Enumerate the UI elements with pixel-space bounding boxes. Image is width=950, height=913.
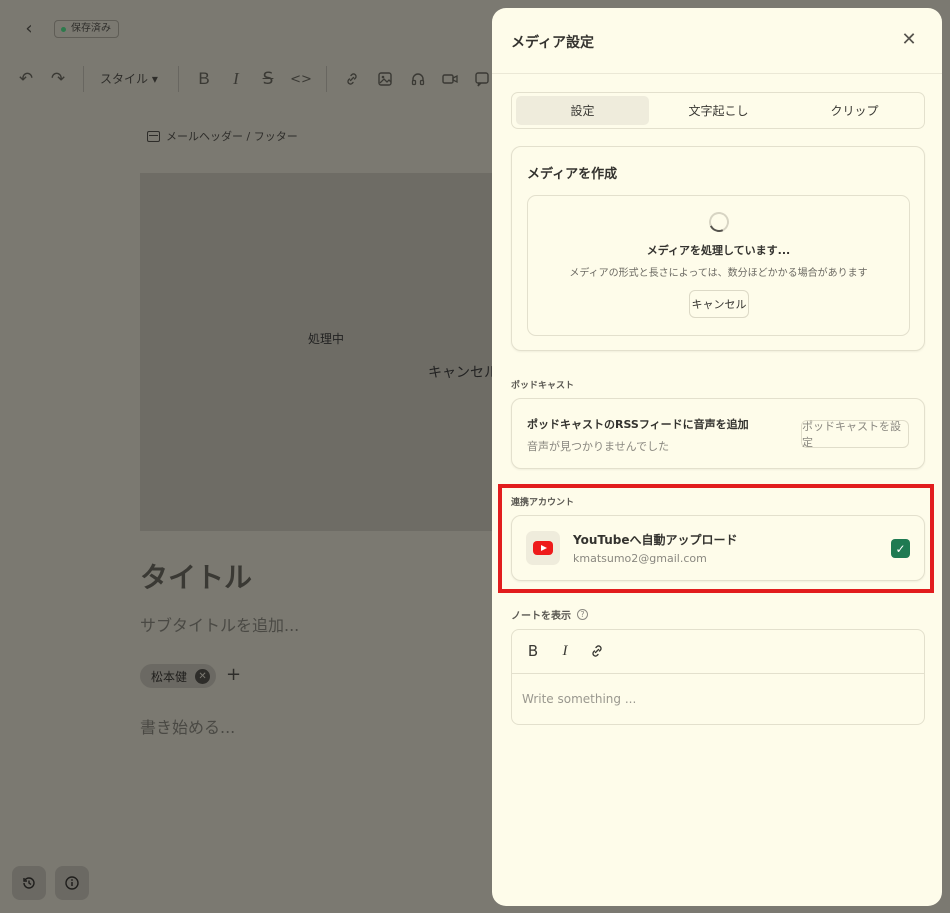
style-dropdown[interactable]: スタイル ▾ <box>100 70 158 87</box>
media-settings-panel: メディア設定 ✕ 設定 文字起こし クリップ メディアを作成 メディアを処理して… <box>492 8 942 906</box>
show-note-label: ノートを表示 ? <box>511 607 588 622</box>
image-icon[interactable] <box>373 68 397 90</box>
processing-title: メディアを処理しています... <box>646 244 791 257</box>
panel-tabs: 設定 文字起こし クリップ <box>511 92 925 129</box>
toolbar-divider <box>83 66 84 92</box>
loading-spinner-icon <box>706 209 732 235</box>
podcast-section-label: ポッドキャスト <box>511 381 575 391</box>
background-cancel-button[interactable]: キャンセル <box>428 362 498 382</box>
toolbar-divider <box>178 66 179 92</box>
media-placeholder <box>140 173 500 531</box>
toolbar-divider <box>326 66 327 92</box>
redo-icon[interactable]: ↷ <box>46 68 70 90</box>
video-icon[interactable] <box>438 68 462 90</box>
strikethrough-icon[interactable]: S <box>256 68 280 90</box>
saved-status-badge: 保存済み <box>54 20 119 38</box>
podcast-rss-title: ポッドキャストのRSSフィードに音声を追加 <box>527 418 749 431</box>
italic-icon[interactable]: I <box>224 68 248 90</box>
undo-icon[interactable]: ↶ <box>14 68 38 90</box>
note-editor: B I Write something ... <box>511 629 925 725</box>
podcast-card: ポッドキャストのRSSフィードに音声を追加 音声が見つかりませんでした ポッドキ… <box>511 398 925 469</box>
close-icon[interactable]: ✕ <box>898 28 920 50</box>
editor-toolbar: ↶ ↷ スタイル ▾ B I S <> <box>0 60 500 98</box>
mail-header-footer-link[interactable]: メールヘッダー / フッター <box>147 128 298 144</box>
headphones-icon[interactable] <box>406 68 430 90</box>
tab-settings[interactable]: 設定 <box>516 96 649 125</box>
highlight-annotation <box>498 484 934 593</box>
tab-clips[interactable]: クリップ <box>788 96 921 125</box>
quote-icon[interactable] <box>470 68 494 90</box>
post-title-input[interactable]: タイトル <box>140 556 252 596</box>
panel-title: メディア設定 <box>511 35 595 51</box>
note-bold-icon[interactable]: B <box>523 641 543 661</box>
create-media-card: メディアを作成 メディアを処理しています... メディアの形式と長さによっては、… <box>511 146 925 351</box>
note-link-icon[interactable] <box>587 641 607 661</box>
setup-podcast-button[interactable]: ポッドキャストを設定 <box>801 420 909 449</box>
cancel-processing-button[interactable]: キャンセル <box>689 290 749 318</box>
podcast-status: 音声が見つかりませんでした <box>527 440 670 453</box>
create-media-heading: メディアを作成 <box>527 167 618 182</box>
processing-label: 処理中 <box>308 332 345 346</box>
panel-header: メディア設定 ✕ <box>492 8 942 74</box>
note-toolbar: B I <box>512 630 924 674</box>
post-subtitle-input[interactable]: サブタイトルを追加... <box>140 612 299 636</box>
link-icon[interactable] <box>340 68 364 90</box>
bold-icon[interactable]: B <box>192 68 216 90</box>
processing-box: メディアを処理しています... メディアの形式と長さによっては、数分ほどかかる場… <box>527 195 910 336</box>
code-icon[interactable]: <> <box>289 68 313 90</box>
note-italic-icon[interactable]: I <box>555 641 575 661</box>
author-chip: 松本健 ✕ <box>140 664 217 688</box>
info-icon[interactable] <box>55 866 89 900</box>
mail-header-footer-label: メールヘッダー / フッター <box>166 130 298 143</box>
processing-description: メディアの形式と長さによっては、数分ほどかかる場合があります <box>569 268 868 279</box>
remove-author-icon[interactable]: ✕ <box>195 668 211 684</box>
help-icon[interactable]: ? <box>577 609 588 620</box>
post-body-input[interactable]: 書き始める... <box>140 714 235 738</box>
add-author-icon[interactable]: + <box>226 664 241 685</box>
note-input[interactable]: Write something ... <box>522 692 636 706</box>
show-note-text: ノートを表示 <box>511 611 571 622</box>
back-arrow-icon[interactable]: ‹ <box>18 17 40 39</box>
history-icon[interactable] <box>12 866 46 900</box>
editor-topbar: ‹ 保存済み <box>0 0 500 58</box>
tab-transcript[interactable]: 文字起こし <box>652 96 785 125</box>
author-name: 松本健 <box>151 669 188 684</box>
mail-layout-icon <box>147 130 160 142</box>
